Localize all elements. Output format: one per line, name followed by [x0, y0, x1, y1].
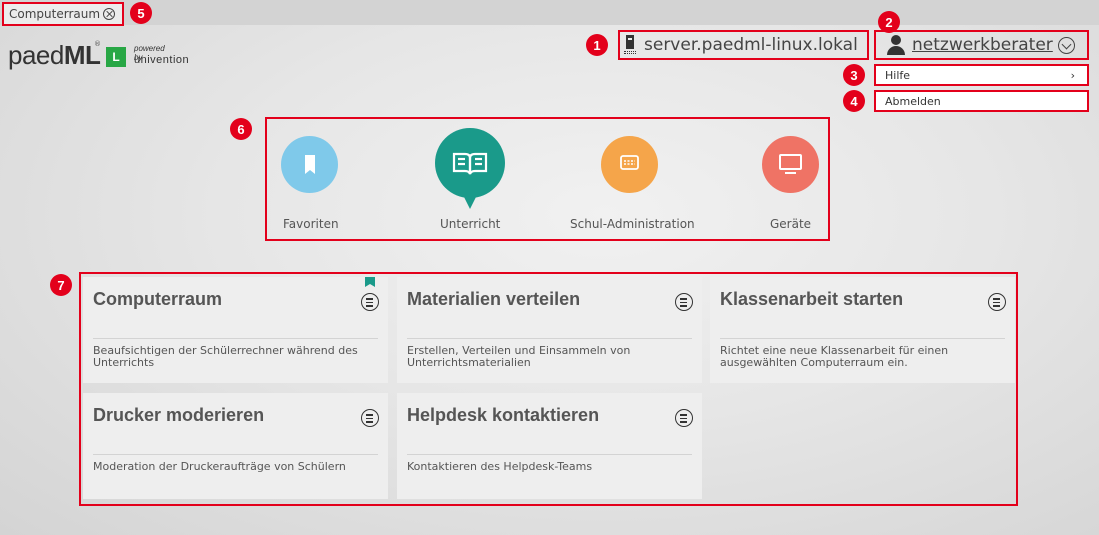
menu-icon[interactable]: [675, 409, 693, 427]
module-title: Materialien verteilen: [407, 289, 581, 309]
module-title: Helpdesk kontaktieren: [407, 405, 600, 425]
menu-item-hilfe[interactable]: Hilfe ›: [874, 64, 1089, 86]
favorite-bookmark-icon: [365, 277, 375, 287]
logo-registered: ®: [94, 40, 101, 48]
menu-item-label: Hilfe: [885, 68, 911, 82]
chevron-down-icon: [1057, 36, 1075, 54]
menu-icon[interactable]: [988, 293, 1006, 311]
menu-icon[interactable]: [675, 293, 693, 311]
tab-label: Computerraum: [9, 7, 101, 21]
annotation-badge: 5: [130, 2, 152, 24]
server-indicator: server.paedml-linux.lokal: [618, 30, 869, 60]
category-label: Schul-Administration: [570, 217, 695, 231]
divider: [407, 454, 692, 455]
category-circle: [435, 128, 505, 209]
category-label: Geräte: [770, 217, 812, 231]
calculator-icon: [620, 155, 639, 170]
category-circle: [281, 136, 338, 193]
divider: [93, 338, 378, 339]
module-description: Erstellen, Verteilen und Einsammeln von …: [407, 344, 631, 369]
user-name: netzwerkberater: [912, 35, 1053, 55]
module-description: Richtet eine neue Klassenarbeit für eine…: [720, 344, 949, 369]
category-label: Unterricht: [440, 217, 501, 231]
category-label: Favoriten: [283, 217, 339, 231]
module-description: Beaufsichtigen der Schülerrechner währen…: [93, 344, 358, 369]
annotation-badge: 3: [843, 64, 865, 86]
module-tile-drucker-moderieren[interactable]: Drucker moderieren Moderation der Drucke…: [83, 393, 388, 499]
menu-item-label: Abmelden: [885, 94, 941, 108]
tab-bar: [0, 0, 1099, 25]
server-icon: [624, 35, 636, 55]
annotation-badge: 4: [843, 90, 865, 112]
logo-name-light: paed: [8, 40, 64, 70]
module-title: Drucker moderieren: [93, 405, 265, 425]
module-title: Klassenarbeit starten: [720, 289, 904, 309]
divider: [720, 338, 1005, 339]
module-tile-materialien-verteilen[interactable]: Materialien verteilen Erstellen, Verteil…: [397, 277, 702, 383]
annotation-badge: 7: [50, 274, 72, 296]
menu-icon[interactable]: [361, 293, 379, 311]
module-tile-helpdesk-kontaktieren[interactable]: Helpdesk kontaktieren Kontaktieren des H…: [397, 393, 702, 499]
module-grid: Computerraum Beaufsichtigen der Schülerr…: [79, 272, 1018, 506]
user-menu-button[interactable]: netzwerkberater: [874, 30, 1089, 60]
module-description: Kontaktieren des Helpdesk-Teams: [407, 460, 593, 473]
server-name: server.paedml-linux.lokal: [644, 35, 858, 55]
logo-badge: L: [106, 47, 126, 67]
vendor-name: univention: [134, 54, 190, 66]
module-description: Moderation der Druckeraufträge von Schül…: [93, 460, 346, 473]
category-circle: [601, 136, 658, 193]
tab-computerraum[interactable]: Computerraum: [2, 2, 124, 26]
user-icon: [886, 35, 906, 55]
menu-icon[interactable]: [361, 409, 379, 427]
module-tile-klassenarbeit-starten[interactable]: Klassenarbeit starten Richtet eine neue …: [710, 277, 1015, 383]
module-tile-computerraum[interactable]: Computerraum Beaufsichtigen der Schülerr…: [83, 277, 388, 383]
annotation-badge: 6: [230, 118, 252, 140]
close-icon[interactable]: [103, 8, 115, 20]
module-title: Computerraum: [93, 289, 223, 309]
annotation-badge: 1: [586, 34, 608, 56]
monitor-icon: [779, 154, 802, 174]
category-bar: Favoriten Unterricht Schul-Administratio…: [265, 117, 830, 241]
chevron-right-icon: ›: [1070, 69, 1075, 82]
divider: [93, 454, 378, 455]
menu-item-abmelden[interactable]: Abmelden: [874, 90, 1089, 112]
bookmark-icon: [305, 155, 315, 174]
category-circle: [762, 136, 819, 193]
divider: [407, 338, 692, 339]
